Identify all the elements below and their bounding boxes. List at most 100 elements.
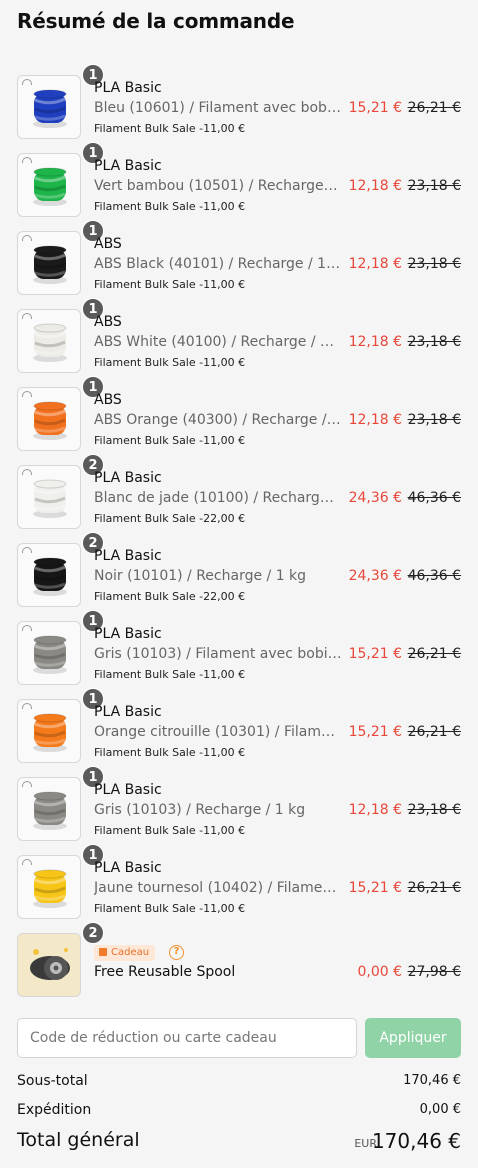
product-name: PLA Basic [94,158,162,174]
product-thumbnail: 1 [17,298,104,373]
discount-label: Filament Bulk Sale -11,00 € [94,824,246,837]
product-variant: Noir (10101) / Recharge / 1 kg [94,568,307,584]
discount-label: Filament Bulk Sale -11,00 € [94,278,246,291]
sale-price: 12,18 € [348,256,402,272]
line-item: 1 PLA Basic Jaune tournesol (10402) / Fila… [0,844,478,932]
sale-price: 15,21 € [348,646,402,662]
product-thumbnail: 1 [17,64,104,139]
grand-total-value: 170,46 € [371,1129,461,1153]
sale-price: 12,18 € [348,178,402,194]
sale-price: 12,18 € [348,802,402,818]
product-thumbnail: 1 [17,688,104,763]
filament-spool-image [33,869,67,908]
shipping-label: Expédition [17,1102,92,1118]
product-variant: Vert bambou (10501) / Recharge / 1 kg [94,178,342,194]
product-name: PLA Basic [94,860,162,876]
product-name: PLA Basic [94,470,162,486]
filament-spool-image [33,245,67,284]
filament-spool-image [33,479,67,518]
filament-spool-image [33,557,67,596]
product-variant: Gris (10103) / Recharge / 1 kg [94,802,306,818]
original-price: 26,21 € [407,100,461,116]
grand-total-label: Total général [17,1129,140,1151]
line-item: 1 PLA Basic Gris (10103) / Filament avec b… [0,610,478,698]
product-variant: ABS Orange (40300) / Recharge / 1kg [94,412,342,428]
product-name: PLA Basic [94,80,162,96]
product-name: PLA Basic [94,704,162,720]
filament-spool-image [33,401,67,440]
product-thumbnail: 1 [17,610,104,685]
original-price: 23,18 € [407,412,461,428]
discount-code-input[interactable] [17,1018,357,1058]
line-item: 2 PLA Basic Blanc de jade (10100) / Rechar… [0,454,478,542]
product-thumbnail: 1 [17,220,104,295]
page-title: Résumé de la commande [17,9,295,33]
product-thumbnail: 1 [17,376,104,451]
original-price: 46,36 € [407,568,461,584]
apply-discount-button[interactable]: Appliquer [365,1018,461,1058]
discount-label: Filament Bulk Sale -11,00 € [94,356,246,369]
product-name: PLA Basic [94,626,162,642]
product-thumbnail: 2 [17,922,104,997]
product-variant: ABS Black (40101) / Recharge / 1kg [94,256,342,272]
sale-price: 15,21 € [348,724,402,740]
product-thumbnail: 1 [17,142,104,217]
sale-price: 15,21 € [348,880,402,896]
product-name: ABS [94,392,122,408]
product-variant: Blanc de jade (10100) / Recharge / 1 kg [94,490,342,506]
line-items-list: 1 PLA Basic Bleu (10601) / Filament avec b… [0,64,478,1010]
product-thumbnail: 1 [17,844,104,919]
product-thumbnail: 2 [17,532,104,607]
product-name: PLA Basic [94,782,162,798]
gift-line-item: 2 Cadeau? Free Reusable Spool 0,00 € 27,98 € [0,922,478,1010]
order-summary: Résumé de la commande 1 PLA Basic Bleu (10… [0,0,478,1168]
product-variant: Gris (10103) / Filament avec bobine / 1 … [94,646,342,662]
product-thumbnail: 2 [17,454,104,529]
discount-label: Filament Bulk Sale -11,00 € [94,200,246,213]
grand-total-row: Total général EUR 170,46 € [17,1129,461,1153]
subtotal-label: Sous-total [17,1073,88,1089]
filament-spool-image [33,713,67,752]
discount-label: Filament Bulk Sale -22,00 € [94,512,246,525]
discount-label: Filament Bulk Sale -11,00 € [94,122,246,135]
product-variant: Bleu (10601) / Filament avec bobine / 1 … [94,100,342,116]
reusable-spool-image [30,948,70,980]
discount-label: Filament Bulk Sale -22,00 € [94,590,246,603]
product-variant: Jaune tournesol (10402) / Filament avec … [94,880,342,896]
sale-price: 12,18 € [348,412,402,428]
original-price: 23,18 € [407,256,461,272]
original-price: 23,18 € [407,178,461,194]
line-item: 1 PLA Basic Gris (10103) / Recharge / 1 kg… [0,766,478,854]
subtotal-row: Sous-total 170,46 € [17,1073,461,1089]
filament-spool-image [33,791,67,830]
product-variant: ABS White (40100) / Recharge / 1kg [94,334,342,350]
discount-label: Filament Bulk Sale -11,00 € [94,668,246,681]
filament-spool-image [33,89,67,128]
product-variant: Orange citrouille (10301) / Filament ave… [94,724,342,740]
sale-price: 24,36 € [348,568,402,584]
original-price: 26,21 € [407,646,461,662]
original-price: 27,98 € [407,964,461,980]
original-price: 23,18 € [407,334,461,350]
help-icon[interactable]: ? [169,945,184,960]
line-item: 1 PLA Basic Bleu (10601) / Filament avec b… [0,64,478,152]
line-item: 1 PLA Basic Vert bambou (10501) / Recharge… [0,142,478,230]
gift-badge-label: Cadeau [111,947,150,958]
line-item: 1 ABS ABS Orange (40300) / Recharge / 1kg F… [0,376,478,464]
original-price: 26,21 € [407,880,461,896]
shipping-row: Expédition 0,00 € [17,1102,461,1118]
product-name: PLA Basic [94,548,162,564]
line-item: 1 ABS ABS White (40100) / Recharge / 1kg Fi… [0,298,478,386]
filament-spool-image [33,635,67,674]
filament-spool-image [33,167,67,206]
original-price: 46,36 € [407,490,461,506]
quantity-badge: 2 [82,922,104,944]
product-name: ABS [94,236,122,252]
product-name: Free Reusable Spool [94,964,236,980]
sale-price: 12,18 € [348,334,402,350]
discount-label: Filament Bulk Sale -11,00 € [94,902,246,915]
line-item: 1 PLA Basic Orange citrouille (10301) / Fi… [0,688,478,776]
line-item: 1 ABS ABS Black (40101) / Recharge / 1kg Fi… [0,220,478,308]
gift-badge: Cadeau [94,945,156,961]
gift-icon [99,948,107,956]
